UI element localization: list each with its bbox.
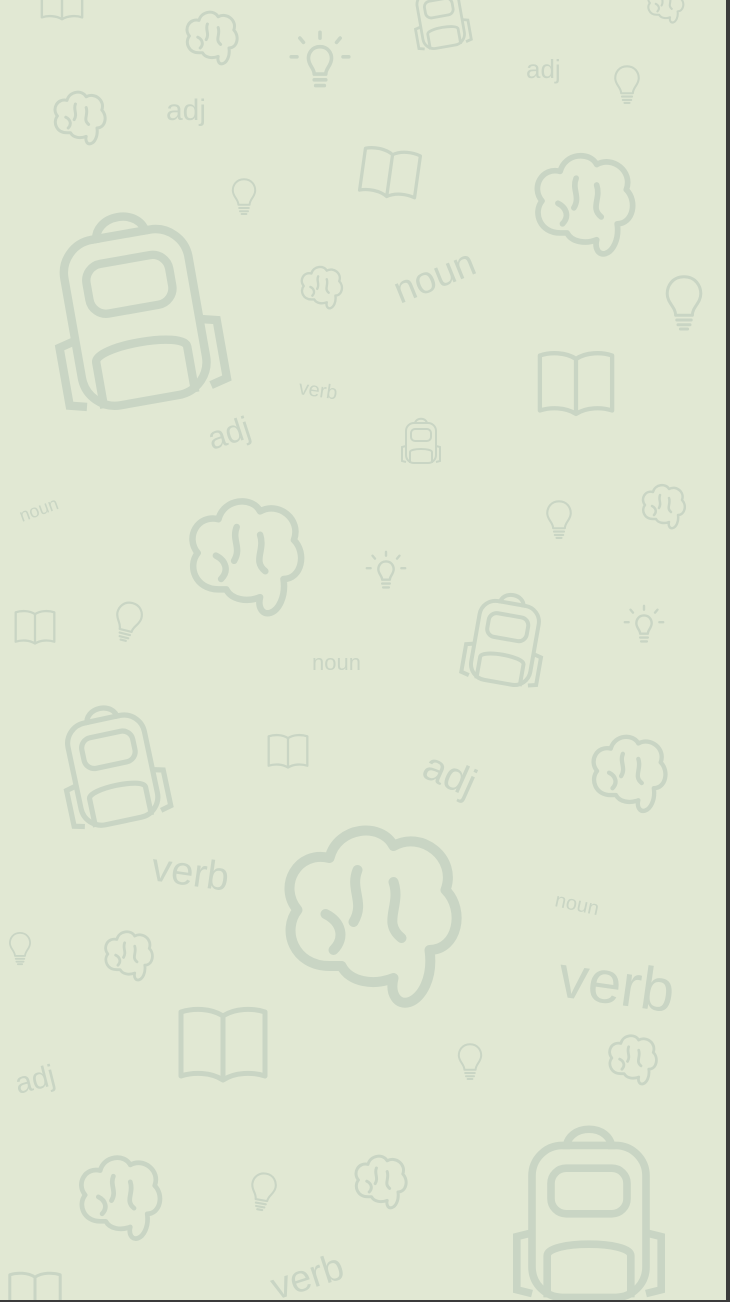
wallpaper-background	[0, 0, 726, 1300]
word-adj: adj	[526, 54, 561, 84]
window-frame-edge	[726, 0, 730, 1302]
word-noun: noun	[312, 650, 361, 675]
doodle-pattern: adj adj noun verb adj noun noun adj verb…	[0, 0, 726, 1300]
word-adj: adj	[166, 94, 206, 127]
doodle-wallpaper-screen: adj adj noun verb adj noun noun adj verb…	[0, 0, 726, 1300]
